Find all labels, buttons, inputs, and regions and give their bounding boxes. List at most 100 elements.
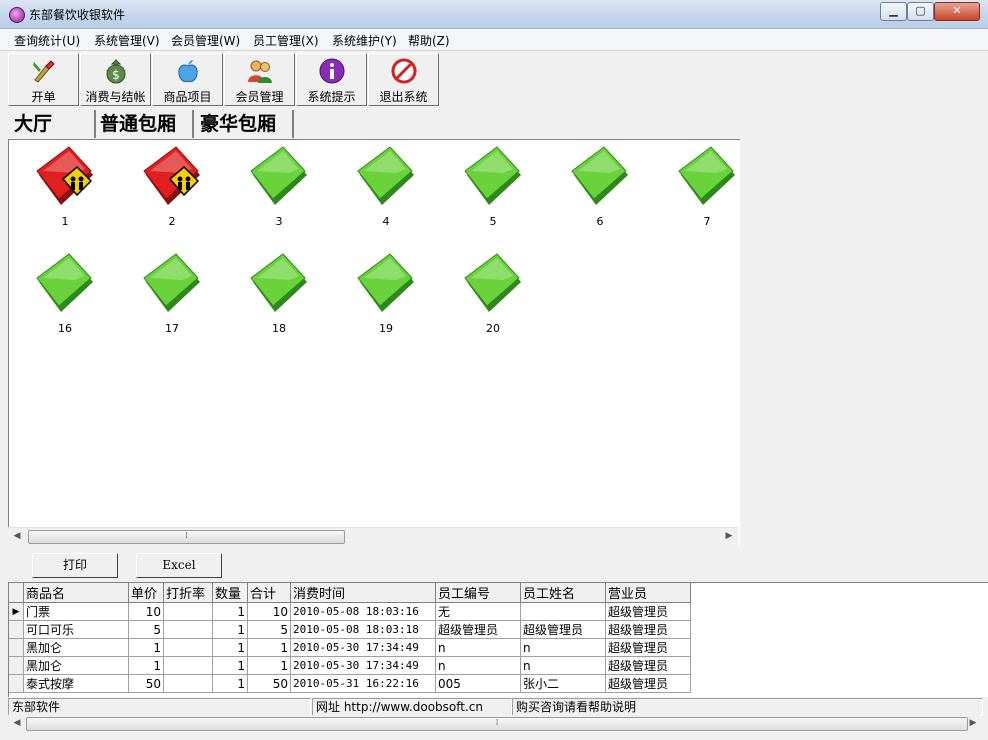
open-order-button[interactable]: 开单 bbox=[8, 53, 79, 106]
column-header[interactable]: 数量 bbox=[212, 583, 248, 603]
close-button[interactable]: ✕ bbox=[934, 2, 980, 21]
room-number: 18 bbox=[272, 322, 286, 335]
apple-icon bbox=[178, 60, 198, 83]
window-title: 东部餐饮收银软件 bbox=[29, 8, 126, 22]
room-7[interactable]: 7 bbox=[671, 145, 743, 235]
column-header[interactable]: 打折率 bbox=[163, 583, 213, 603]
column-header[interactable]: 商品名 bbox=[23, 583, 129, 603]
column-header[interactable]: 营业员 bbox=[605, 583, 691, 603]
print-button[interactable]: 打印 bbox=[32, 553, 118, 578]
room-number: 19 bbox=[379, 322, 393, 335]
room-5[interactable]: 5 bbox=[457, 145, 529, 235]
room-17[interactable]: 17 bbox=[136, 252, 208, 342]
menu-query[interactable]: 查询统计(U) bbox=[14, 32, 80, 49]
table-row[interactable]: ▶ 门票 10 1 10 2010-05-08 18:03:16 无超级管理员 bbox=[9, 602, 691, 621]
tab-hall[interactable]: 大厅 bbox=[8, 110, 96, 138]
table-cell: 10 bbox=[247, 602, 291, 621]
table-cell: 1 bbox=[247, 656, 291, 675]
free-room-icon bbox=[671, 145, 743, 218]
current-row-indicator-icon[interactable]: ▶ bbox=[9, 602, 24, 621]
table-cell: 超级管理员 bbox=[520, 620, 606, 639]
column-header[interactable]: 合计 bbox=[247, 583, 291, 603]
free-room-icon bbox=[564, 145, 636, 218]
maximize-button[interactable]: ▢ bbox=[907, 2, 934, 21]
row-indicator[interactable] bbox=[9, 638, 24, 657]
scroll-right-icon[interactable]: ▶ bbox=[966, 717, 980, 730]
table-cell: 2010-05-08 18:03:18 bbox=[290, 620, 436, 639]
room-panel-scrollbar[interactable]: ◀ ⁞ ▶ bbox=[8, 527, 738, 545]
row-indicator[interactable] bbox=[9, 674, 24, 693]
scroll-thumb[interactable]: ⁞ bbox=[26, 717, 968, 731]
scroll-thumb[interactable]: ⁞ bbox=[28, 530, 345, 544]
column-header[interactable]: 消费时间 bbox=[290, 583, 436, 603]
table-cell: 黑加仑 bbox=[23, 656, 129, 675]
table-row[interactable]: 泰式按摩 50 1 50 2010-05-31 16:22:16 005 张小二 超级管理员 bbox=[9, 674, 691, 693]
table-cell: n bbox=[520, 638, 606, 657]
room-2[interactable]: 2 bbox=[136, 145, 208, 235]
room-number: 6 bbox=[596, 215, 604, 228]
table-cell: n bbox=[435, 656, 521, 675]
room-1[interactable]: 1 bbox=[29, 145, 101, 235]
table-cell: 泰式按摩 bbox=[23, 674, 129, 693]
menu-maintenance[interactable]: 系统维护(Y) bbox=[332, 32, 397, 49]
column-header[interactable]: 员工编号 bbox=[435, 583, 521, 603]
table-cell: 005 bbox=[435, 674, 521, 693]
excel-export-button[interactable]: Excel bbox=[136, 553, 222, 578]
menu-staff[interactable]: 员工管理(X) bbox=[253, 32, 319, 49]
table-cell: 5 bbox=[128, 620, 164, 639]
main-scrollbar[interactable]: ◀ ⁞ ▶ bbox=[8, 715, 980, 732]
table-cell: 2010-05-08 18:03:16 bbox=[290, 602, 436, 621]
menu-help[interactable]: 帮助(Z) bbox=[408, 32, 450, 49]
free-room-icon bbox=[350, 252, 422, 325]
table-cell: 1 bbox=[247, 638, 291, 657]
minimize-button[interactable]: ▁ bbox=[880, 2, 907, 21]
free-room-icon bbox=[457, 145, 529, 218]
table-row[interactable]: 黑加仑 1 1 1 2010-05-30 17:34:49 n n 超级管理员 bbox=[9, 638, 691, 657]
scroll-left-icon[interactable]: ◀ bbox=[10, 717, 24, 730]
menu-system[interactable]: 系统管理(V) bbox=[94, 32, 160, 49]
room-4[interactable]: 4 bbox=[350, 145, 422, 235]
consume-checkout-button[interactable]: $ 消费与结帐 bbox=[80, 53, 151, 106]
table-row[interactable]: 可口可乐 5 1 5 2010-05-08 18:03:18 超级管理员 超级管理员 超级管理… bbox=[9, 620, 691, 639]
tab-normal-room[interactable]: 普通包厢 bbox=[94, 110, 194, 138]
table-cell: 1 bbox=[212, 602, 248, 621]
table-cell: 超级管理员 bbox=[605, 674, 691, 693]
room-number: 17 bbox=[165, 322, 179, 335]
room-category-tabs: 大厅 普通包厢 豪华包厢 bbox=[8, 110, 988, 140]
table-cell: 超级管理员 bbox=[605, 656, 691, 675]
table-cell: 张小二 bbox=[520, 674, 606, 693]
exit-system-button[interactable]: 退出系统 bbox=[368, 53, 439, 106]
table-cell: 1 bbox=[128, 656, 164, 675]
row-indicator[interactable] bbox=[9, 656, 24, 675]
member-manage-button[interactable]: 会员管理 bbox=[224, 53, 295, 106]
scroll-right-icon[interactable]: ▶ bbox=[722, 530, 736, 543]
grid-corner bbox=[9, 583, 24, 603]
room-3[interactable]: 3 bbox=[243, 145, 315, 235]
consumption-table: 商品名 单价 打折率 数量 合计 消费时间 员工编号 员工姓名 营业员 ▶ 门票 10 1 10 2010… bbox=[9, 583, 691, 693]
room-20[interactable]: 20 bbox=[457, 252, 529, 342]
money-bag-icon: $ bbox=[106, 59, 126, 84]
free-room-icon bbox=[136, 252, 208, 325]
room-6[interactable]: 6 bbox=[564, 145, 636, 235]
occupied-room-icon bbox=[136, 145, 208, 218]
tab-luxury-room[interactable]: 豪华包厢 bbox=[194, 110, 294, 138]
scroll-left-icon[interactable]: ◀ bbox=[10, 530, 24, 543]
room-19[interactable]: 19 bbox=[350, 252, 422, 342]
products-button[interactable]: 商品项目 bbox=[152, 53, 223, 106]
free-room-icon bbox=[350, 145, 422, 218]
table-row[interactable]: 黑加仑 1 1 1 2010-05-30 17:34:49 n n 超级管理员 bbox=[9, 656, 691, 675]
room-number: 4 bbox=[382, 215, 390, 228]
room-16[interactable]: 16 bbox=[29, 252, 101, 342]
table-cell: 1 bbox=[212, 674, 248, 693]
svg-text:$: $ bbox=[112, 68, 120, 82]
room-number: 2 bbox=[168, 215, 176, 228]
table-cell bbox=[163, 620, 213, 639]
table-cell: 1 bbox=[212, 656, 248, 675]
menu-member[interactable]: 会员管理(W) bbox=[171, 32, 240, 49]
room-18[interactable]: 18 bbox=[243, 252, 315, 342]
system-tips-button[interactable]: 系统提示 bbox=[296, 53, 367, 106]
menu-bar: 查询统计(U) 系统管理(V) 会员管理(W) 员工管理(X) 系统维护(Y) … bbox=[0, 29, 988, 51]
row-indicator[interactable] bbox=[9, 620, 24, 639]
column-header[interactable]: 单价 bbox=[128, 583, 164, 603]
column-header[interactable]: 员工姓名 bbox=[520, 583, 606, 603]
